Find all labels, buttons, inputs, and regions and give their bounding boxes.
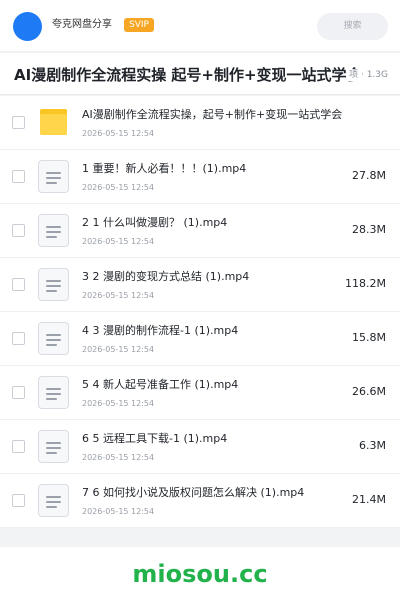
list-item[interactable]: 6 5 远程工具下载-1 (1).mp4 2026-05-15 12:54 6.… [0,420,400,474]
select-checkbox[interactable] [12,116,25,129]
file-date: 2026-05-15 12:54 [82,507,155,516]
list-item[interactable]: 5 4 新人起号准备工作 (1).mp4 2026-05-15 12:54 26… [0,366,400,420]
file-name: 1 重要！新人必看！！！(1).mp4 [82,162,247,175]
select-checkbox[interactable] [12,278,25,291]
file-date: 2026-05-15 12:54 [82,183,155,192]
video-file-icon [38,376,69,409]
page-title: AI漫剧制作全流程实操 起号+制作+变现一站式学会 [14,66,356,84]
folder-meta: 项 · 1.3G [347,69,388,81]
file-size: 6.3M [359,439,386,452]
video-file-icon [38,322,69,355]
file-name: 2 1 什么叫做漫剧？ (1).mp4 [82,216,228,229]
file-date: 2026-05-15 12:54 [82,345,155,354]
file-name: 4 3 漫剧的制作流程-1 (1).mp4 [82,324,239,337]
file-size: 21.4M [352,493,386,506]
select-checkbox[interactable] [12,386,25,399]
file-size: 118.2M [345,277,386,290]
search-button[interactable]: 搜索 [317,13,388,40]
list-item[interactable]: 1 重要！新人必看！！！(1).mp4 2026-05-15 12:54 27.… [0,150,400,204]
list-item[interactable]: 4 3 漫剧的制作流程-1 (1).mp4 2026-05-15 12:54 1… [0,312,400,366]
footer: miosou.cc [0,547,400,600]
file-size: 15.8M [352,331,386,344]
file-name: AI漫剧制作全流程实操，起号+制作+变现一站式学会 [82,108,343,121]
video-file-icon [38,430,69,463]
file-date: 2026-05-15 12:54 [82,129,155,138]
file-date: 2026-05-15 12:54 [82,237,155,246]
file-name: 6 5 远程工具下载-1 (1).mp4 [82,432,228,445]
file-date: 2026-05-15 12:54 [82,291,155,300]
file-size: 27.8M [352,169,386,182]
avatar[interactable] [13,12,42,41]
file-name: 7 6 如何找小说及版权问题怎么解决 (1).mp4 [82,486,305,499]
video-file-icon [38,268,69,301]
video-file-icon [38,484,69,517]
file-date: 2026-05-15 12:54 [82,399,155,408]
select-checkbox[interactable] [12,224,25,237]
share-header: 夸克网盘分享 SVIP 搜索 [0,0,400,52]
file-date: 2026-05-15 12:54 [82,453,155,462]
svip-badge: SVIP [124,18,154,32]
file-name: 3 2 漫剧的变现方式总结 (1).mp4 [82,270,250,283]
file-list: AI漫剧制作全流程实操，起号+制作+变现一站式学会 2026-05-15 12:… [0,96,400,528]
list-item[interactable]: 7 6 如何找小说及版权问题怎么解决 (1).mp4 2026-05-15 12… [0,474,400,528]
file-size: 26.6M [352,385,386,398]
folder-title-bar: AI漫剧制作全流程实操 起号+制作+变现一站式学会 项 · 1.3G [0,53,400,95]
watermark: miosou.cc [132,560,268,588]
list-item[interactable]: 3 2 漫剧的变现方式总结 (1).mp4 2026-05-15 12:54 1… [0,258,400,312]
select-checkbox[interactable] [12,440,25,453]
file-size: 28.3M [352,223,386,236]
select-checkbox[interactable] [12,494,25,507]
select-checkbox[interactable] [12,170,25,183]
list-item[interactable]: 2 1 什么叫做漫剧？ (1).mp4 2026-05-15 12:54 28.… [0,204,400,258]
folder-icon [38,106,69,139]
video-file-icon [38,214,69,247]
file-name: 5 4 新人起号准备工作 (1).mp4 [82,378,239,391]
video-file-icon [38,160,69,193]
select-checkbox[interactable] [12,332,25,345]
brand-label: 夸克网盘分享 [52,19,112,30]
list-item[interactable]: AI漫剧制作全流程实操，起号+制作+变现一站式学会 2026-05-15 12:… [0,96,400,150]
